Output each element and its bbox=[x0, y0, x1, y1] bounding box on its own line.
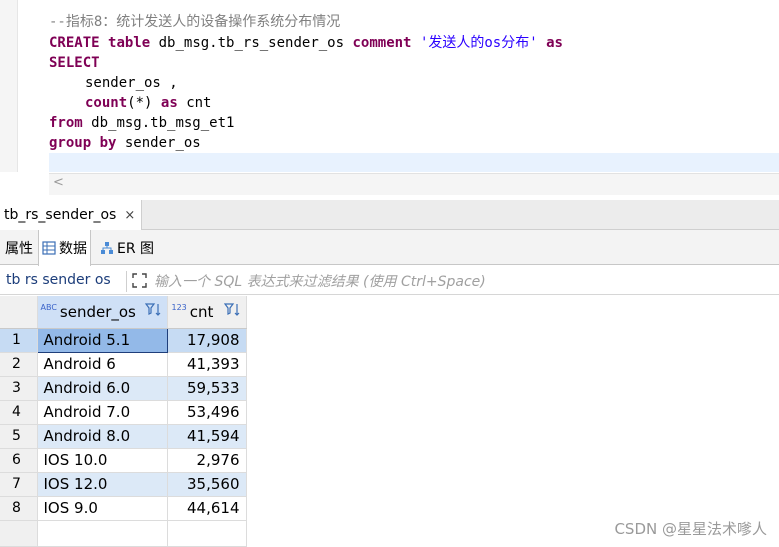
kw-from: from bbox=[49, 115, 83, 131]
kw-as-cnt: as bbox=[160, 95, 178, 111]
tab-properties[interactable]: 属性 bbox=[2, 230, 36, 265]
result-grid[interactable]: ABC sender_os 123 cnt 1 Android 5.1 17,9… bbox=[0, 296, 779, 547]
count-arg: (*) bbox=[127, 95, 153, 111]
watermark: CSDN @星星法术嗲人 bbox=[614, 520, 767, 538]
cell-cnt[interactable]: 44,614 bbox=[167, 496, 247, 521]
editor-horizontal-scrollbar[interactable]: < bbox=[49, 173, 779, 195]
group-field: sender_os bbox=[124, 135, 201, 151]
cell-empty bbox=[167, 520, 247, 547]
code-from-line: from db_msg.tb_msg_et1 bbox=[49, 113, 234, 133]
table-row-empty bbox=[0, 520, 247, 547]
tab-properties-label: 属性 bbox=[5, 240, 33, 257]
kw-group-by: group by bbox=[49, 135, 117, 151]
from-table-name: db_msg.tb_msg_et1 bbox=[91, 115, 235, 131]
cell-sender-os[interactable]: Android 5.1 bbox=[36, 327, 168, 353]
table-row[interactable]: 3 Android 6.0 59,533 bbox=[0, 376, 247, 401]
view-tabs: 属性 数据 ER 图 bbox=[0, 230, 779, 266]
count-alias: cnt bbox=[186, 95, 212, 111]
fn-count: count bbox=[85, 95, 128, 111]
cell-sender-os[interactable]: IOS 12.0 bbox=[37, 472, 168, 497]
expand-filter-icon[interactable] bbox=[131, 272, 148, 289]
table-row[interactable]: 2 Android 6 41,393 bbox=[0, 352, 247, 377]
code-field-line: sender_os , bbox=[85, 75, 178, 91]
kw-create: CREATE bbox=[49, 35, 100, 51]
code-comment-line: --指标8：统计发送人的设备操作系统分布情况 bbox=[49, 14, 341, 30]
tab-er-label: ER 图 bbox=[117, 240, 155, 257]
kw-as: as bbox=[546, 35, 563, 51]
cell-cnt[interactable]: 35,560 bbox=[167, 472, 247, 497]
cell-sender-os[interactable]: Android 6 bbox=[37, 352, 168, 377]
cell-empty bbox=[37, 520, 168, 547]
filter-table-name: tb rs sender os bbox=[6, 272, 111, 288]
row-number: 7 bbox=[0, 472, 38, 497]
text-type-icon: ABC bbox=[40, 303, 57, 313]
row-number bbox=[0, 520, 38, 547]
table-row[interactable]: 4 Android 7.0 53,496 bbox=[0, 400, 247, 425]
cell-sender-os[interactable]: Android 6.0 bbox=[37, 376, 168, 401]
filter-input[interactable] bbox=[154, 271, 754, 292]
column-header-cnt[interactable]: 123 cnt bbox=[167, 296, 247, 329]
row-number: 2 bbox=[0, 352, 38, 377]
cell-cnt[interactable]: 41,393 bbox=[167, 352, 247, 377]
filter-bar: tb rs sender os bbox=[0, 268, 779, 295]
scroll-left-arrow-icon[interactable]: < bbox=[53, 175, 64, 190]
cell-sender-os[interactable]: IOS 10.0 bbox=[37, 448, 168, 473]
filter-sort-icon[interactable] bbox=[144, 302, 163, 318]
row-number: 3 bbox=[0, 376, 38, 401]
result-tab[interactable]: tb_rs_sender_os × bbox=[0, 200, 143, 230]
comment-string: '发送人的os分布' bbox=[419, 35, 538, 51]
table-row[interactable]: 7 IOS 12.0 35,560 bbox=[0, 472, 247, 497]
table-row[interactable]: 5 Android 8.0 41,594 bbox=[0, 424, 247, 449]
grid-icon bbox=[42, 241, 56, 255]
code-create-line: CREATE table db_msg.tb_rs_sender_os comm… bbox=[49, 33, 563, 53]
column-header-label: cnt bbox=[189, 302, 214, 321]
result-tab-label: tb_rs_sender_os bbox=[4, 207, 117, 223]
cell-cnt[interactable]: 17,908 bbox=[167, 328, 247, 353]
code-select-line: SELECT bbox=[49, 55, 100, 71]
table-row[interactable]: 6 IOS 10.0 2,976 bbox=[0, 448, 247, 473]
code-group-line: group by sender_os bbox=[49, 133, 201, 153]
table-header-row: ABC sender_os 123 cnt bbox=[0, 296, 247, 329]
row-number: 4 bbox=[0, 400, 38, 425]
tab-data-label: 数据 bbox=[59, 241, 87, 257]
kw-table: table bbox=[108, 35, 151, 51]
row-number: 5 bbox=[0, 424, 38, 449]
tab-data[interactable]: 数据 bbox=[38, 230, 91, 266]
cell-sender-os[interactable]: Android 7.0 bbox=[37, 400, 168, 425]
tab-er-diagram[interactable]: ER 图 bbox=[97, 230, 157, 265]
table-row[interactable]: 8 IOS 9.0 44,614 bbox=[0, 496, 247, 521]
kw-comment: comment bbox=[352, 35, 412, 51]
create-table-name: db_msg.tb_rs_sender_os bbox=[158, 35, 345, 51]
column-header-label: sender_os bbox=[59, 302, 136, 321]
cell-sender-os[interactable]: IOS 9.0 bbox=[37, 496, 168, 521]
cell-sender-os[interactable]: Android 8.0 bbox=[37, 424, 168, 449]
column-header-sender-os[interactable]: ABC sender_os bbox=[37, 296, 168, 329]
filter-divider bbox=[126, 271, 127, 292]
row-number: 1 bbox=[0, 328, 38, 353]
row-number: 6 bbox=[0, 448, 38, 473]
result-tab-bar: tb_rs_sender_os × bbox=[0, 200, 779, 230]
close-icon[interactable]: × bbox=[124, 208, 135, 223]
result-table: ABC sender_os 123 cnt 1 Android 5.1 17,9… bbox=[0, 296, 247, 547]
cell-cnt[interactable]: 41,594 bbox=[167, 424, 247, 449]
table-row[interactable]: 1 Android 5.1 17,908 bbox=[0, 327, 247, 353]
editor-gutter bbox=[0, 0, 18, 172]
row-number-header bbox=[0, 296, 38, 329]
sql-editor[interactable]: --指标8：统计发送人的设备操作系统分布情况 CREATE table db_m… bbox=[0, 0, 779, 197]
current-line-highlight bbox=[49, 153, 779, 172]
cell-cnt[interactable]: 2,976 bbox=[167, 448, 247, 473]
cell-cnt[interactable]: 53,496 bbox=[167, 400, 247, 425]
filter-sort-icon[interactable] bbox=[223, 302, 242, 318]
row-number: 8 bbox=[0, 496, 38, 521]
code-count-line: count(*) as cnt bbox=[85, 93, 211, 113]
cell-cnt[interactable]: 59,533 bbox=[167, 376, 247, 401]
er-diagram-icon bbox=[101, 241, 113, 254]
number-type-icon: 123 bbox=[171, 303, 187, 313]
